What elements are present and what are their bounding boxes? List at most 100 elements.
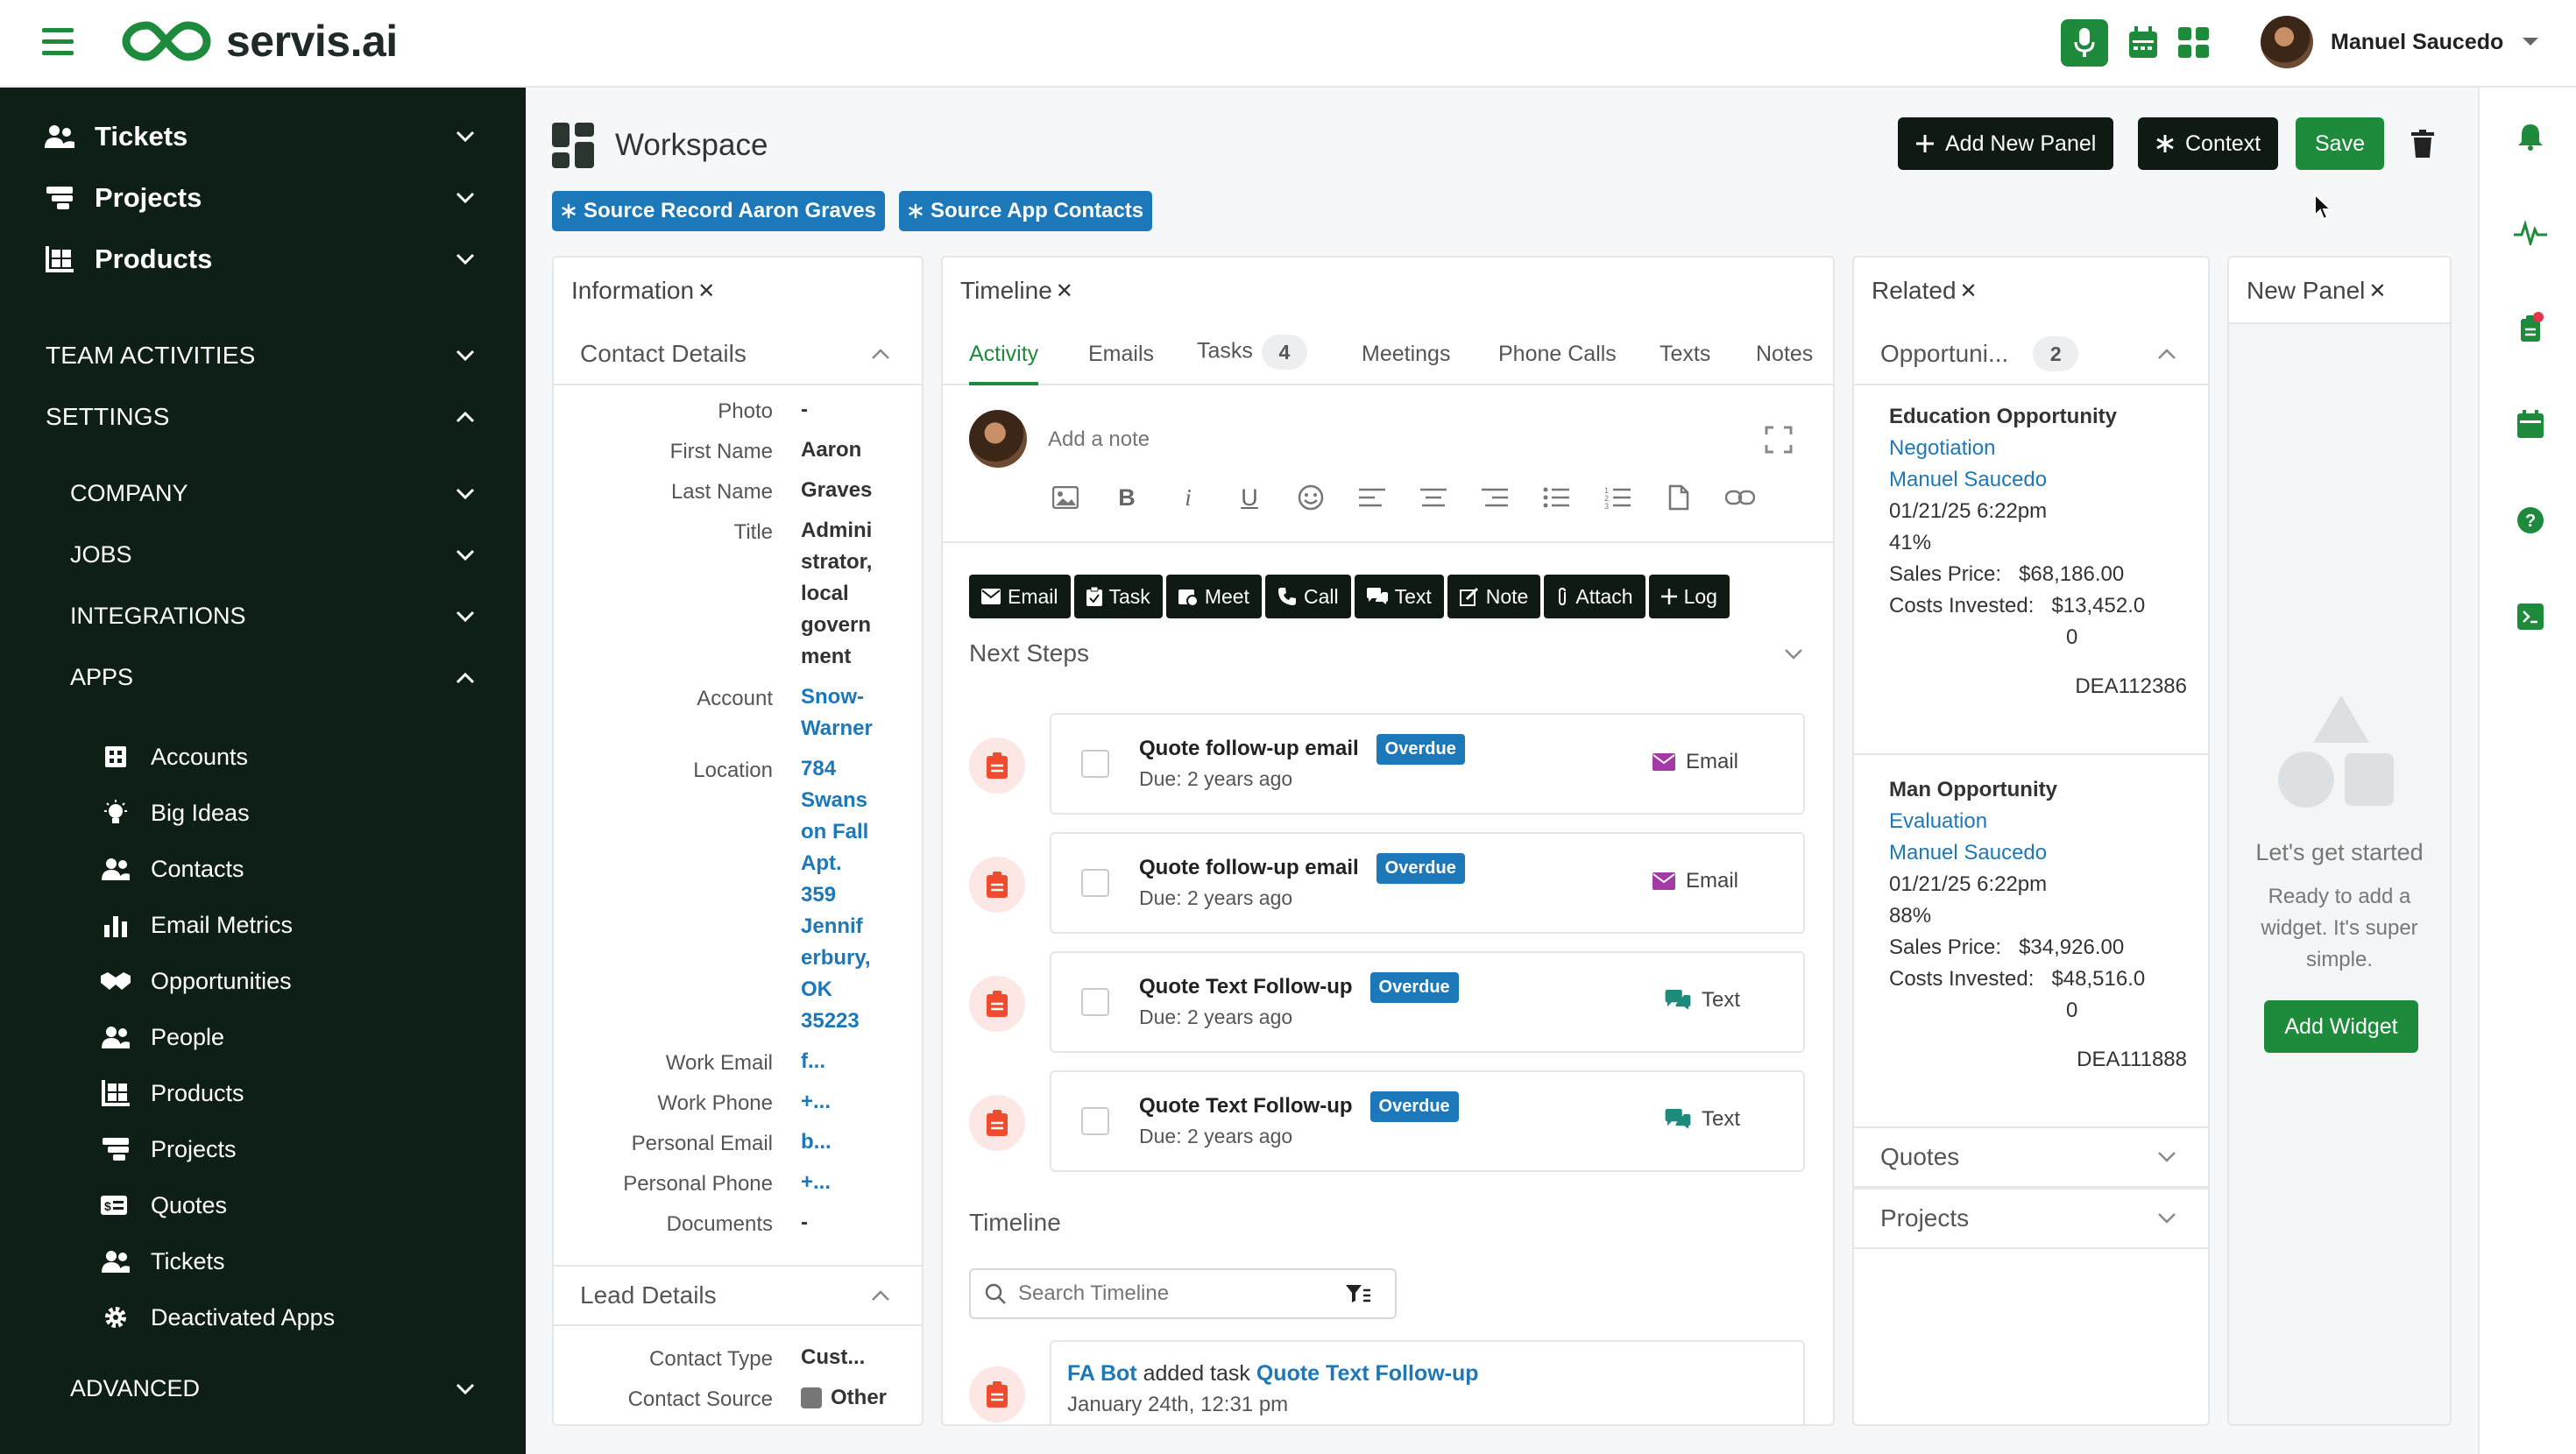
location-link[interactable]: 784 Swans on Fall Apt. 359 Jennif erbury… — [801, 753, 871, 1037]
chevron-down-icon[interactable] — [1784, 648, 1803, 660]
personal-email-link[interactable]: b... — [801, 1126, 832, 1158]
meet-action-button[interactable]: Meet — [1165, 575, 1262, 618]
attach-action-button[interactable]: Attach — [1544, 575, 1645, 618]
align-left-icon[interactable] — [1355, 480, 1390, 515]
actor-link[interactable]: FA Bot — [1067, 1361, 1137, 1386]
tab-tasks[interactable]: Tasks 4 — [1197, 335, 1307, 378]
document-icon[interactable] — [1661, 480, 1696, 515]
sidebar-section-settings[interactable]: SETTINGS — [0, 403, 526, 431]
sidebar-item-jobs[interactable]: JOBS — [0, 541, 526, 568]
text-action-button[interactable]: Text — [1354, 575, 1444, 618]
expand-icon[interactable] — [1765, 426, 1793, 454]
source-app-chip[interactable]: Source App Contacts — [899, 191, 1153, 231]
task-action-button[interactable]: Task — [1073, 575, 1163, 618]
activity-icon[interactable] — [2513, 215, 2548, 251]
sidebar-item-advanced[interactable]: ADVANCED — [0, 1375, 526, 1402]
app-item-people[interactable]: People — [0, 1021, 526, 1053]
trash-icon[interactable] — [2411, 130, 2434, 158]
quotes-section[interactable]: Quotes — [1854, 1126, 2208, 1188]
close-icon[interactable]: ✕ — [697, 279, 715, 304]
opportunities-section[interactable]: Opportuni... 2 — [1854, 324, 2208, 385]
close-icon[interactable]: ✕ — [1056, 279, 1073, 304]
stage-link[interactable]: Negotiation — [1889, 433, 2187, 464]
owner-link[interactable]: Manuel Saucedo — [1889, 837, 2187, 869]
help-icon[interactable]: ? — [2513, 503, 2548, 538]
calendar-icon[interactable] — [2513, 406, 2548, 441]
emoji-icon[interactable] — [1293, 480, 1328, 515]
task-checkbox[interactable] — [1081, 750, 1109, 778]
save-button[interactable]: Save — [2296, 117, 2384, 170]
tab-notes[interactable]: Notes — [1756, 342, 1813, 385]
bold-icon[interactable]: B — [1109, 480, 1144, 515]
link-icon[interactable] — [1723, 480, 1758, 515]
task-card[interactable]: Quote follow-up email Overdue Due: 2 year… — [1050, 713, 1805, 815]
tab-phone-calls[interactable]: Phone Calls — [1498, 342, 1617, 385]
sidebar-item-products[interactable]: Products — [0, 244, 526, 275]
apps-grid-icon[interactable] — [2178, 27, 2210, 59]
task-checkbox[interactable] — [1081, 988, 1109, 1016]
task-checkbox[interactable] — [1081, 869, 1109, 897]
personal-phone-link[interactable]: +... — [801, 1167, 831, 1198]
align-right-icon[interactable] — [1477, 480, 1512, 515]
align-center-icon[interactable] — [1416, 480, 1451, 515]
sidebar-item-tickets[interactable]: Tickets — [0, 121, 526, 152]
close-icon[interactable]: ✕ — [2368, 279, 2386, 304]
app-item-products[interactable]: Products — [0, 1077, 526, 1109]
note-action-button[interactable]: Note — [1447, 575, 1541, 618]
bullet-list-icon[interactable] — [1539, 480, 1574, 515]
chevron-down-icon[interactable] — [2521, 36, 2540, 48]
account-link[interactable]: Snow- Warner — [801, 681, 873, 745]
email-action-button[interactable]: Email — [969, 575, 1071, 618]
italic-icon[interactable]: i — [1171, 480, 1206, 515]
app-item-opportunities[interactable]: Opportunities — [0, 965, 526, 997]
work-phone-link[interactable]: +... — [801, 1086, 831, 1118]
search-input[interactable] — [1018, 1281, 1334, 1306]
task-checkbox[interactable] — [1081, 1107, 1109, 1135]
add-widget-button[interactable]: Add Widget — [2264, 1000, 2418, 1053]
app-logo[interactable]: servis.ai — [121, 16, 398, 67]
add-new-panel-button[interactable]: Add New Panel — [1898, 117, 2114, 170]
call-action-button[interactable]: Call — [1264, 575, 1351, 618]
underline-icon[interactable]: U — [1232, 480, 1267, 515]
tab-activity[interactable]: Activity — [969, 342, 1039, 385]
calendar-icon[interactable] — [2127, 26, 2159, 60]
filter-icon[interactable] — [1346, 1283, 1370, 1304]
mic-icon[interactable] — [2061, 19, 2108, 67]
app-item-deactivated-apps[interactable]: Deactivated Apps — [0, 1302, 526, 1333]
projects-section[interactable]: Projects — [1854, 1188, 2208, 1249]
opportunity-card[interactable]: Education Opportunity Negotiation Manuel… — [1889, 401, 2187, 702]
menu-icon[interactable] — [42, 26, 79, 58]
stage-link[interactable]: Evaluation — [1889, 806, 2187, 837]
contact-details-section[interactable]: Contact Details — [554, 324, 922, 385]
sidebar-item-company[interactable]: COMPANY — [0, 480, 526, 507]
app-item-email-metrics[interactable]: Email Metrics — [0, 909, 526, 941]
app-item-accounts[interactable]: Accounts — [0, 741, 526, 773]
app-item-tickets[interactable]: Tickets — [0, 1246, 526, 1277]
close-icon[interactable]: ✕ — [1960, 279, 1978, 304]
clipboard-icon[interactable] — [2513, 310, 2548, 345]
source-record-chip[interactable]: Source Record Aaron Graves — [552, 191, 885, 231]
app-item-quotes[interactable]: $ Quotes — [0, 1189, 526, 1221]
tab-texts[interactable]: Texts — [1660, 342, 1710, 385]
task-card[interactable]: Quote Text Follow-up Overdue Due: 2 years… — [1050, 951, 1805, 1053]
tab-emails[interactable]: Emails — [1088, 342, 1154, 385]
bell-icon[interactable] — [2513, 119, 2548, 154]
sidebar-item-integrations[interactable]: INTEGRATIONS — [0, 603, 526, 630]
app-item-projects[interactable]: Projects — [0, 1133, 526, 1165]
sidebar-item-apps[interactable]: APPS — [0, 664, 526, 691]
timeline-search[interactable] — [969, 1268, 1397, 1319]
task-link[interactable]: Quote Text Follow-up — [1256, 1361, 1479, 1386]
task-card[interactable]: Quote Text Follow-up Overdue Due: 2 years… — [1050, 1070, 1805, 1172]
tab-meetings[interactable]: Meetings — [1362, 342, 1450, 385]
app-item-contacts[interactable]: Contacts — [0, 853, 526, 885]
sidebar-item-projects[interactable]: Projects — [0, 182, 526, 214]
log-action-button[interactable]: Log — [1648, 575, 1730, 618]
opportunity-card[interactable]: Man Opportunity Evaluation Manuel Sauced… — [1889, 774, 2187, 1076]
task-card[interactable]: Quote follow-up email Overdue Due: 2 year… — [1050, 832, 1805, 934]
owner-link[interactable]: Manuel Saucedo — [1889, 464, 2187, 496]
app-item-big-ideas[interactable]: Big Ideas — [0, 797, 526, 829]
image-icon[interactable] — [1048, 480, 1083, 515]
user-menu[interactable]: Manuel Saucedo — [2261, 16, 2540, 68]
note-input[interactable] — [1048, 420, 1749, 459]
sidebar-section-team-activities[interactable]: TEAM ACTIVITIES — [0, 342, 526, 370]
